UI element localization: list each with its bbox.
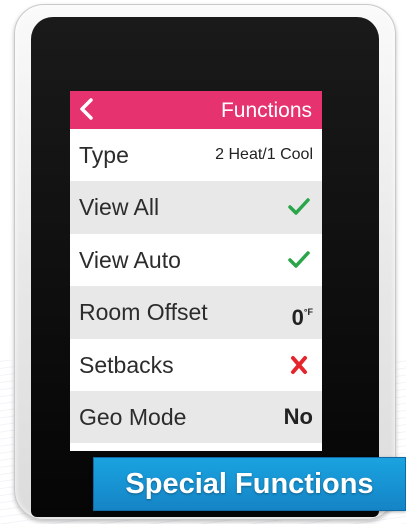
check-icon <box>288 251 310 268</box>
cross-icon <box>291 355 307 374</box>
row-label: Geo Mode <box>79 403 187 430</box>
row-view-all[interactable]: View All <box>70 181 322 234</box>
row-label: Type <box>79 142 129 168</box>
row-label: Room Offset <box>79 299 208 326</box>
room-offset-number: 0 <box>291 305 304 331</box>
row-setbacks[interactable]: Setbacks <box>70 338 322 391</box>
banner-text: Special Functions <box>125 468 374 500</box>
special-functions-banner: Special Functions <box>93 457 406 511</box>
row-label: View Auto <box>79 246 181 273</box>
room-offset-unit: °F <box>303 307 313 318</box>
row-type[interactable]: Type 2 Heat/1 Cool <box>70 129 322 182</box>
row-label: View All <box>79 194 160 221</box>
back-button[interactable] <box>76 97 98 121</box>
thermostat-screen: Functions Type 2 Heat/1 Cool View All Vi… <box>70 91 322 451</box>
geo-mode-value: No <box>283 403 313 429</box>
check-icon <box>288 198 310 216</box>
row-geo-mode[interactable]: Geo Mode No <box>70 390 322 444</box>
room-offset-value: 0°F <box>292 286 313 344</box>
chevron-left-icon <box>80 98 93 120</box>
row-label: Setbacks <box>79 351 174 378</box>
row-view-auto[interactable]: View Auto <box>70 233 322 287</box>
screen-title: Functions <box>220 99 312 122</box>
screen-header: Functions <box>70 91 322 129</box>
row-room-offset[interactable]: Room Offset 0°F <box>70 286 322 339</box>
type-value: 2 Heat/1 Cool <box>215 146 313 163</box>
